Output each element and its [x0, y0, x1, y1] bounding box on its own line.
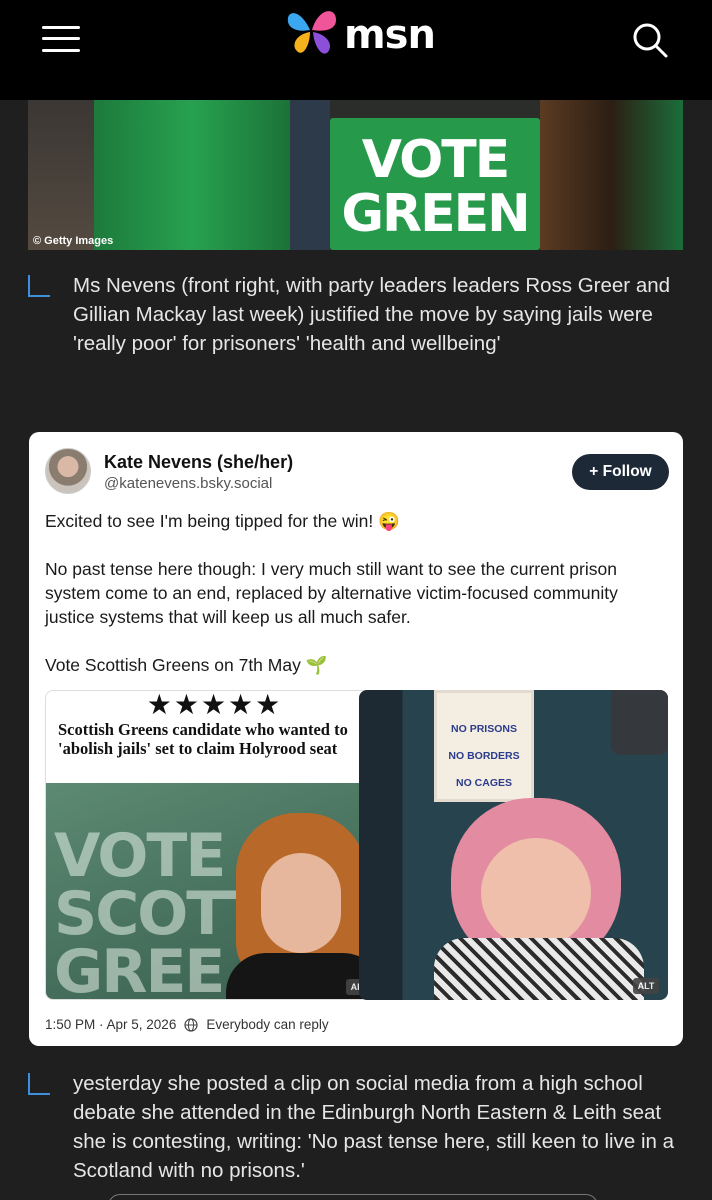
top-bar: msn: [0, 0, 712, 100]
image-credit: © Getty Images: [33, 235, 114, 247]
author-name[interactable]: Kate Nevens (she/her): [104, 452, 293, 473]
vote-green-sign: VOTE GREEN: [330, 118, 540, 250]
bg-text: VOTE: [54, 821, 226, 891]
bg-text: SCOTT: [54, 879, 267, 949]
post-paragraph: Vote Scottish Greens on 7th May 🌱: [45, 655, 328, 675]
newspaper-headline: Scottish Greens candidate who wanted to …: [58, 720, 348, 758]
poster-line: NO PRISONS: [451, 723, 517, 735]
sign-line-1: VOTE: [361, 130, 511, 190]
logo-text: msn: [344, 12, 436, 58]
post-meta: 1:50 PM · Apr 5, 2026 Everybody can repl…: [45, 1017, 329, 1032]
article-paragraph: yesterday she posted a clip on social me…: [28, 1069, 678, 1185]
poster-line: NO CAGES: [455, 777, 512, 789]
article-hero-image: VOTE GREEN © Getty Images: [28, 100, 683, 250]
no-prisons-poster: NO PRISONS NO BORDERS NO CAGES: [434, 690, 534, 802]
candidate-photo: VOTE SCOTT GREE: [46, 783, 381, 1000]
caption-corner-icon: [28, 1073, 50, 1095]
image-caption: Ms Nevens (front right, with party leade…: [28, 271, 678, 358]
author-handle[interactable]: @katenevens.bsky.social: [104, 475, 272, 492]
sign-line-2: GREEN: [341, 184, 530, 244]
hamburger-menu-icon[interactable]: [42, 24, 80, 54]
globe-icon: [184, 1017, 198, 1032]
caption-corner-icon: [28, 275, 50, 297]
msn-logo[interactable]: msn: [282, 0, 442, 60]
alt-badge[interactable]: ALT: [633, 978, 659, 994]
stars-rating: ★★★★★: [146, 690, 283, 720]
search-icon[interactable]: [630, 20, 670, 60]
post-timestamp[interactable]: 1:50 PM · Apr 5, 2026: [45, 1017, 176, 1032]
embedded-social-post[interactable]: Kate Nevens (she/her) @katenevens.bsky.s…: [29, 432, 683, 1046]
post-paragraph: Excited to see I'm being tipped for the …: [45, 511, 400, 531]
poster-line: NO BORDERS: [448, 750, 520, 762]
paragraph-text: yesterday she posted a clip on social me…: [73, 1072, 674, 1182]
bg-text: GREE: [54, 937, 225, 1000]
bottom-pill-outline: [108, 1194, 598, 1200]
post-image-right[interactable]: NO PRISONS NO BORDERS NO CAGES ALT: [359, 690, 668, 1000]
butterfly-icon: [287, 11, 336, 54]
caption-text: Ms Nevens (front right, with party leade…: [73, 274, 671, 355]
follow-button[interactable]: + Follow: [572, 454, 669, 490]
reply-setting: Everybody can reply: [206, 1017, 329, 1032]
post-paragraph: No past tense here though: I very much s…: [45, 559, 618, 627]
post-image-left[interactable]: ★★★★★ Scottish Greens candidate who want…: [45, 690, 382, 1000]
avatar[interactable]: [45, 448, 91, 494]
